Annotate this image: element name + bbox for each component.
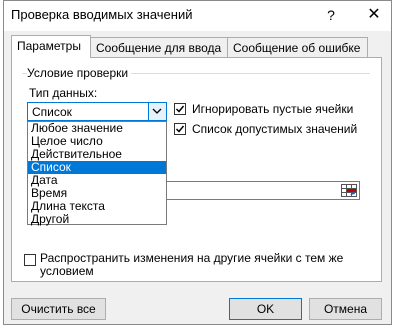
ignore-blank-checkbox[interactable] [174,103,186,115]
data-type-label: Тип данных: [29,86,98,100]
clear-all-button[interactable]: Очистить все [11,298,106,320]
help-button[interactable]: ? [319,4,343,26]
data-type-dropdown-list: Любое значение Целое число Действительно… [27,121,167,226]
close-button[interactable]: ✕ [361,4,387,26]
list-item[interactable]: Другой [28,213,166,226]
data-type-select[interactable]: Список [27,102,167,121]
tab-input-message[interactable]: Сообщение для ввода [90,37,228,57]
dialog-title: Проверка вводимых значений [11,7,193,22]
in-cell-dropdown-checkbox[interactable] [174,123,186,135]
tab-settings[interactable]: Параметры [11,35,91,58]
data-validation-dialog: Проверка вводимых значений ? ✕ Параметры… [3,0,392,325]
apply-to-all-checkbox[interactable] [24,254,36,266]
range-selector-icon[interactable] [341,184,357,197]
chevron-down-icon[interactable] [148,103,166,120]
settings-panel: Условие проверки Тип данных: Список Любо… [11,57,382,282]
tab-error-alert[interactable]: Сообщение об ошибке [227,37,368,57]
apply-to-all-label[interactable]: Распространить изменения на другие ячейк… [40,252,360,278]
in-cell-dropdown-label[interactable]: Список допустимых значений [192,122,357,136]
data-type-value: Список [32,105,72,119]
ignore-blank-label[interactable]: Игнорировать пустые ячейки [192,102,353,116]
cancel-button[interactable]: Отмена [309,298,382,320]
ok-button[interactable]: OK [229,298,302,320]
title-bar: Проверка вводимых значений ? ✕ [4,1,391,31]
validation-criteria-group: Условие проверки [22,66,370,80]
group-label: Условие проверки [27,66,132,80]
